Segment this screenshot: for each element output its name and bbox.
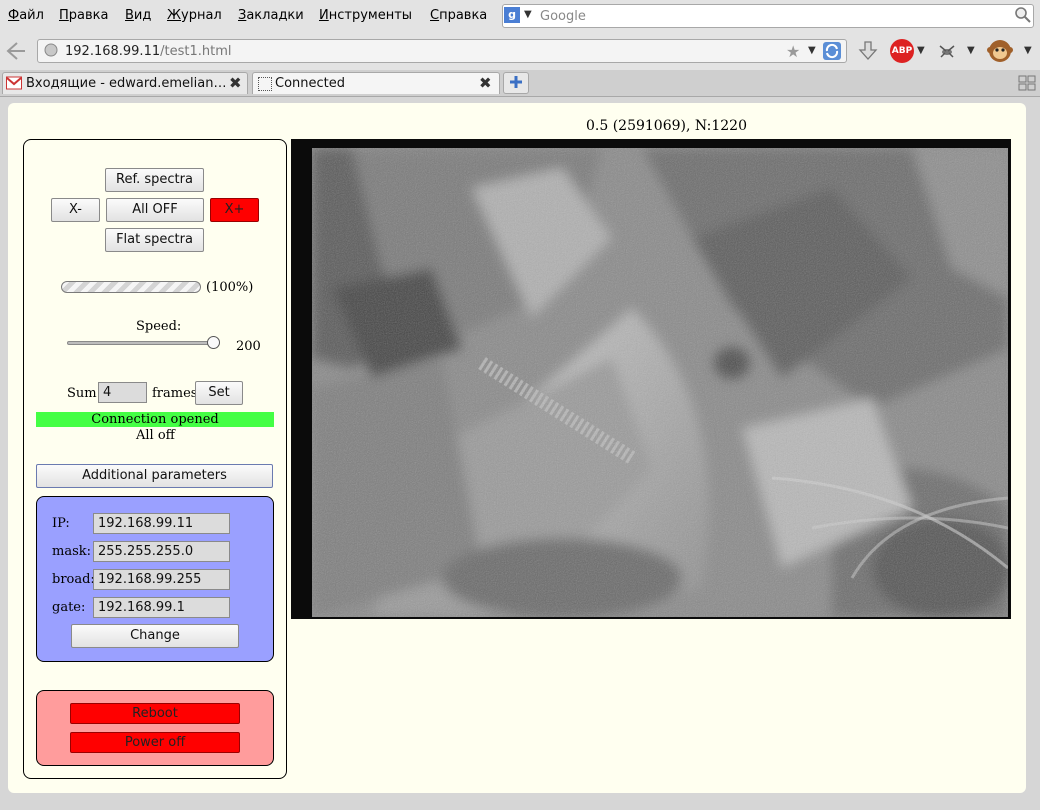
tab-groups-icon[interactable] [1018, 75, 1036, 95]
broad-label: broad: [52, 572, 95, 587]
state-text: All off [136, 428, 175, 443]
url-dropdown-icon[interactable]: ▼ [808, 45, 816, 56]
greasemonkey-dropdown-icon[interactable]: ▼ [1024, 45, 1032, 56]
sum-label: Sum [67, 386, 97, 401]
speed-slider[interactable] [67, 341, 214, 345]
firebug-dropdown-icon[interactable]: ▼ [967, 45, 975, 56]
sum-frames-input[interactable]: 4 [98, 382, 147, 403]
menu-tools[interactable]: Инструменты [319, 8, 412, 23]
speed-label: Speed: [136, 319, 182, 334]
progress-text: (100%) [206, 280, 254, 295]
speed-value: 200 [236, 339, 261, 354]
ip-label: IP: [52, 516, 70, 531]
menu-bookmarks[interactable]: Закладки [238, 8, 304, 23]
menu-file[interactable]: Файл [8, 8, 44, 23]
tab-inbox-label: Входящие - edward.emelian… [26, 76, 227, 91]
adblock-dropdown-icon[interactable]: ▼ [917, 45, 925, 56]
greasemonkey-icon[interactable] [987, 38, 1013, 68]
tab-inbox-close-icon[interactable]: ✖ [229, 74, 242, 92]
plus-icon[interactable] [509, 75, 523, 93]
speed-slider-thumb[interactable] [207, 336, 220, 349]
set-button[interactable]: Set [195, 381, 243, 405]
reboot-button[interactable]: Reboot [70, 703, 240, 724]
frame-status-text: 0.5 (2591069), N:1220 [586, 118, 747, 134]
gate-field[interactable]: 192.168.99.1 [93, 597, 230, 618]
ref-spectra-button[interactable]: Ref. spectra [105, 168, 204, 192]
bookmark-star-icon[interactable]: ★ [786, 42, 800, 61]
frames-label: frames [152, 386, 198, 401]
gmail-icon [6, 76, 22, 94]
x-plus-button[interactable]: X+ [210, 198, 259, 222]
all-off-button[interactable]: All OFF [106, 198, 204, 222]
search-placeholder: Google [540, 9, 586, 24]
reload-icon[interactable] [822, 41, 842, 65]
download-icon[interactable] [857, 40, 879, 66]
search-icon[interactable] [1014, 6, 1032, 28]
menu-edit[interactable]: Правка [59, 8, 108, 23]
camera-image [312, 148, 1008, 617]
x-minus-button[interactable]: X- [51, 198, 100, 222]
back-icon[interactable] [5, 41, 27, 65]
firebug-icon[interactable] [937, 41, 957, 65]
url-text[interactable]: 192.168.99.11/test1.html [65, 44, 231, 59]
mask-field[interactable]: 255.255.255.0 [93, 541, 230, 562]
tab-connected-label: Connected [275, 76, 346, 91]
menu-help[interactable]: Справка [430, 8, 487, 23]
ip-field[interactable]: 192.168.99.11 [93, 513, 230, 534]
site-identity-icon[interactable] [44, 43, 58, 61]
flat-spectra-button[interactable]: Flat spectra [105, 228, 204, 252]
tab-connected-close-icon[interactable]: ✖ [479, 74, 492, 92]
progress-bar [61, 281, 201, 293]
adblock-icon[interactable]: ABP [890, 39, 914, 63]
change-button[interactable]: Change [71, 624, 239, 648]
additional-parameters-button[interactable]: Additional parameters [36, 464, 273, 488]
connection-status-badge: Connection opened [36, 412, 274, 427]
broad-field[interactable]: 192.168.99.255 [93, 569, 230, 590]
menu-history[interactable]: Журнал [167, 8, 222, 23]
chevron-down-icon[interactable]: ▼ [524, 9, 532, 20]
blank-page-icon [258, 77, 272, 91]
power-panel [36, 690, 274, 766]
google-icon[interactable]: g [504, 7, 520, 23]
power-off-button[interactable]: Power off [70, 732, 240, 753]
mask-label: mask: [52, 544, 92, 559]
menu-view[interactable]: Вид [125, 8, 151, 23]
gate-label: gate: [52, 600, 86, 615]
